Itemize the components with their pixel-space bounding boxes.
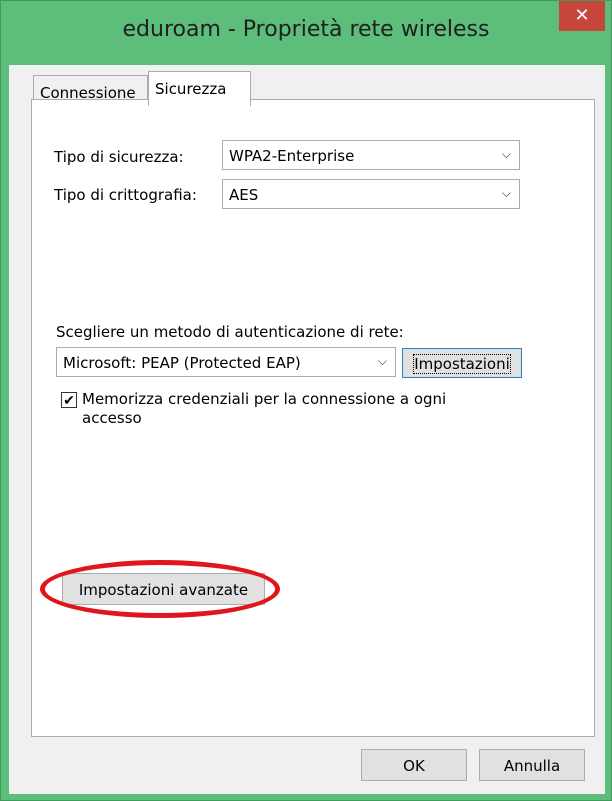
auth-settings-label: Impostazioni <box>413 354 511 374</box>
security-type-select[interactable]: WPA2-Enterprise ⌵ <box>222 140 520 170</box>
encryption-type-select[interactable]: AES ⌵ <box>222 179 520 209</box>
ok-label: OK <box>403 757 425 775</box>
security-tab-panel: Tipo di sicurezza: WPA2-Enterprise ⌵ Tip… <box>31 99 595 737</box>
encryption-type-label: Tipo di crittografia: <box>54 186 197 204</box>
security-type-value: WPA2-Enterprise <box>229 147 355 165</box>
tab-sicurezza[interactable]: Sicurezza <box>148 71 251 106</box>
auth-settings-button[interactable]: Impostazioni <box>402 348 522 378</box>
remember-credentials-label-line1: Memorizza credenziali per la connessione… <box>82 390 447 408</box>
ok-button[interactable]: OK <box>361 749 467 781</box>
encryption-type-value: AES <box>229 186 259 204</box>
title-bar[interactable]: eduroam - Proprietà rete wireless ✕ <box>1 1 611 65</box>
dialog-client-area: Connessione Sicurezza Tipo di sicurezza:… <box>9 65 605 794</box>
security-type-label: Tipo di sicurezza: <box>54 148 184 166</box>
chevron-down-icon: ⌵ <box>377 354 387 368</box>
close-icon: ✕ <box>574 5 590 26</box>
auth-method-select[interactable]: Microsoft: PEAP (Protected EAP) ⌵ <box>56 347 396 377</box>
cancel-button[interactable]: Annulla <box>479 749 585 781</box>
remember-credentials-checkbox[interactable]: ✔ <box>61 392 77 408</box>
window-title: eduroam - Proprietà rete wireless <box>122 17 490 42</box>
checkmark-icon: ✔ <box>63 392 75 408</box>
cancel-label: Annulla <box>503 757 561 775</box>
chevron-down-icon: ⌵ <box>501 186 511 200</box>
auth-method-value: Microsoft: PEAP (Protected EAP) <box>63 354 301 372</box>
remember-credentials-label-line2: accesso <box>82 409 142 427</box>
close-button[interactable]: ✕ <box>559 1 605 31</box>
dialog-window: eduroam - Proprietà rete wireless ✕ Conn… <box>0 0 612 801</box>
auth-method-label: Scegliere un metodo di autenticazione di… <box>56 323 404 341</box>
red-highlight-ellipse <box>40 560 280 618</box>
chevron-down-icon: ⌵ <box>501 147 511 161</box>
